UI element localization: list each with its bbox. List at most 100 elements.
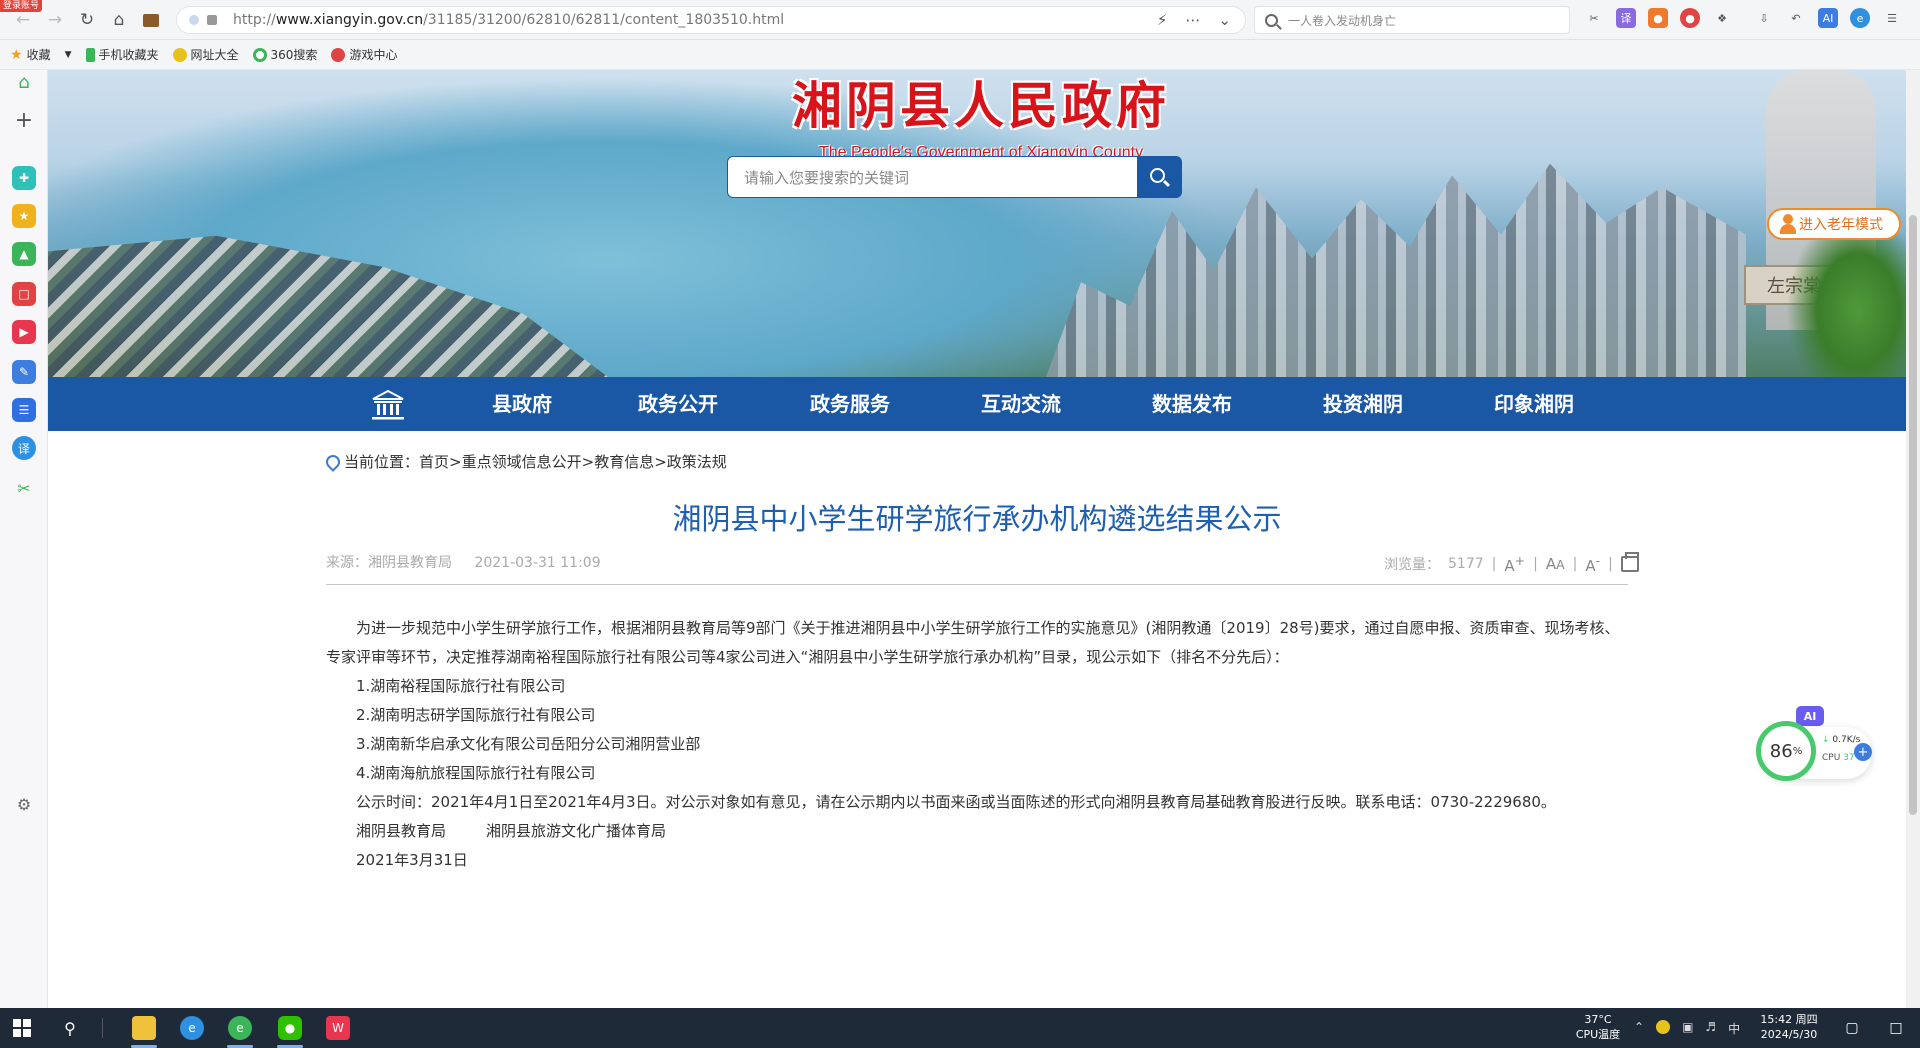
elder-mode-button[interactable]: 进入老年模式 xyxy=(1767,208,1901,240)
browser-search-input[interactable]: 一人卷入发动机身亡 xyxy=(1254,6,1570,34)
nav-item-county-government[interactable]: 县政府 xyxy=(492,377,552,431)
red-ext-icon[interactable]: ● xyxy=(1680,8,1700,28)
wps-icon[interactable]: W xyxy=(326,1016,350,1040)
nav-item-interaction[interactable]: 互动交流 xyxy=(981,377,1061,431)
article-date: 2021-03-31 11:09 xyxy=(474,555,601,571)
search-icon xyxy=(1265,13,1278,27)
more-icon[interactable]: ⋯ xyxy=(1185,11,1200,29)
bookmark-games[interactable]: 游戏中心 xyxy=(331,46,397,63)
back-icon[interactable]: ← xyxy=(8,5,38,35)
video-ai-icon[interactable]: ▶ xyxy=(12,320,36,344)
search-icon xyxy=(1150,167,1165,183)
article-source: 来源：湘阴县教育局 xyxy=(326,555,452,571)
scissors-icon[interactable]: ✂ xyxy=(1584,8,1604,28)
breadcrumb-policy[interactable]: 政策法规 xyxy=(667,451,727,472)
article-sign-date: 2021年3月31日 xyxy=(356,851,468,869)
briefcase-icon[interactable] xyxy=(136,5,166,35)
gear-icon[interactable]: ⚙ xyxy=(12,792,36,816)
360-icon xyxy=(252,47,267,62)
translate-icon[interactable]: 译 xyxy=(12,436,36,460)
print-icon[interactable] xyxy=(1620,552,1639,572)
chevron-down-icon[interactable]: ⌄ xyxy=(1218,11,1231,29)
nav-item-impression[interactable]: 印象湘阴 xyxy=(1494,377,1574,431)
font-decrease-icon[interactable]: A- xyxy=(1585,553,1600,575)
pdf-ai-icon[interactable]: □ xyxy=(12,282,36,306)
lightning-icon[interactable]: ⚡ xyxy=(1157,11,1168,29)
ai-ext-icon[interactable]: AI xyxy=(1818,8,1838,28)
nav-item-invest[interactable]: 投资湘阴 xyxy=(1323,377,1403,431)
performance-widget[interactable]: 86% ↓ 0.7K/s CPU 37°C + xyxy=(1756,721,1872,781)
main-nav: 县政府 政务公开 政务服务 互动交流 数据发布 投资湘阴 印象湘阴 xyxy=(48,377,1906,431)
nav-item-government-affairs[interactable]: 政务公开 xyxy=(638,377,718,431)
puzzle-icon[interactable]: ❖ xyxy=(1712,8,1732,28)
windows-start-icon[interactable] xyxy=(10,1016,34,1040)
bookmark-mobile[interactable]: 手机收藏夹 xyxy=(85,46,159,63)
browser-360-icon[interactable]: e xyxy=(180,1016,204,1040)
phone-icon xyxy=(85,47,95,62)
security-warning-icon[interactable] xyxy=(207,15,217,25)
site-title: 湘阴县人民政府 xyxy=(792,76,1170,135)
nav-item-government-services[interactable]: 政务服务 xyxy=(810,377,890,431)
globe-icon xyxy=(172,47,187,62)
tray-app-icon[interactable] xyxy=(1656,1020,1671,1034)
article-meta: 来源：湘阴县教育局 2021-03-31 11:09 xyxy=(326,552,619,572)
network-speed: ↓ 0.7K/s xyxy=(1822,735,1861,745)
medical-app-icon[interactable]: ✚ xyxy=(12,166,36,190)
wechat-icon[interactable]: ● xyxy=(278,1016,302,1040)
article-tools: 浏览量： 5177 | A+ | AA | A- | xyxy=(1384,552,1639,575)
font-reset-icon[interactable]: AA xyxy=(1546,555,1565,573)
elder-person-icon xyxy=(1779,214,1797,234)
game-ext-icon[interactable]: ● xyxy=(1648,8,1668,28)
views-label: 浏览量： xyxy=(1384,557,1440,573)
home-icon[interactable]: ⌂ xyxy=(104,5,134,35)
browser-logo-icon[interactable]: e xyxy=(1850,8,1870,28)
location-pin-icon xyxy=(326,455,338,469)
image-ai-icon[interactable]: ▲ xyxy=(12,242,36,266)
breadcrumb-education[interactable]: 教育信息 xyxy=(594,451,654,472)
edge-green-icon[interactable]: e xyxy=(228,1016,252,1040)
chat-icon[interactable]: □ xyxy=(1884,1016,1908,1040)
article-signers: 湘阴县教育局 湘阴县旅游文化广播体育局 xyxy=(356,822,667,840)
reload-icon[interactable]: ↻ xyxy=(72,5,102,35)
widget-plus-icon[interactable]: + xyxy=(1854,743,1872,761)
nav-item-data-release[interactable]: 数据发布 xyxy=(1152,377,1232,431)
ime-indicator[interactable]: 中 xyxy=(1728,1020,1740,1037)
page-scrollbar[interactable] xyxy=(1906,70,1920,1008)
memory-ring[interactable]: 86% xyxy=(1756,721,1816,781)
undo-icon[interactable]: ↶ xyxy=(1786,8,1806,28)
menu-icon[interactable]: ☰ xyxy=(1882,8,1902,28)
ai-badge[interactable]: AI xyxy=(1796,706,1824,726)
chevron-up-icon[interactable]: ⌃ xyxy=(1634,1020,1644,1037)
chevron-down-icon[interactable]: ▼ xyxy=(65,50,72,60)
favorites-app-icon[interactable]: ★ xyxy=(12,204,36,228)
government-building-icon[interactable] xyxy=(370,389,406,421)
list-item: 2.湖南明志研学国际旅行社有限公司 xyxy=(356,706,596,724)
volume-icon[interactable]: ♬ xyxy=(1705,1020,1716,1037)
site-search-input[interactable]: 请输入您要搜索的关键词 xyxy=(727,156,1137,198)
address-bar[interactable]: http://www.xiangyin.gov.cn/31185/31200/6… xyxy=(176,6,1246,34)
search-icon[interactable]: ⚲ xyxy=(58,1016,82,1040)
file-explorer-icon[interactable] xyxy=(132,1016,156,1040)
plus-icon[interactable]: + xyxy=(12,108,36,133)
home-icon[interactable]: ⌂ xyxy=(12,70,36,94)
url-text[interactable]: http://www.xiangyin.gov.cn/31185/31200/6… xyxy=(233,12,784,28)
draw-ai-icon[interactable]: ✎ xyxy=(12,360,36,384)
download-icon[interactable]: ⇩ xyxy=(1754,8,1774,28)
breadcrumb-key-areas[interactable]: 重点领域信息公开 xyxy=(462,451,582,472)
scissors-icon[interactable]: ✂ xyxy=(12,476,36,500)
site-search-button[interactable] xyxy=(1137,156,1182,198)
scrollbar-thumb[interactable] xyxy=(1909,215,1917,815)
breadcrumb-home[interactable]: 首页 xyxy=(419,451,449,472)
bookmark-sites[interactable]: 网址大全 xyxy=(172,46,239,63)
banner-village-image xyxy=(48,235,608,377)
notification-icon[interactable]: ▢ xyxy=(1840,1016,1864,1040)
bookmark-favorites[interactable]: ★ 收藏 ▼ xyxy=(10,46,72,63)
forward-icon[interactable]: → xyxy=(40,5,70,35)
bookmark-360-search[interactable]: 360搜索 xyxy=(252,46,317,63)
views-count: 5177 xyxy=(1448,556,1484,572)
doc-ai-icon[interactable]: ☰ xyxy=(12,398,36,422)
font-increase-icon[interactable]: A+ xyxy=(1504,553,1525,575)
translate-ext-icon[interactable]: 译 xyxy=(1616,8,1636,28)
network-icon[interactable]: ▣ xyxy=(1682,1020,1693,1037)
system-clock[interactable]: 15:42 周四 2024/5/30 xyxy=(1754,1012,1824,1042)
